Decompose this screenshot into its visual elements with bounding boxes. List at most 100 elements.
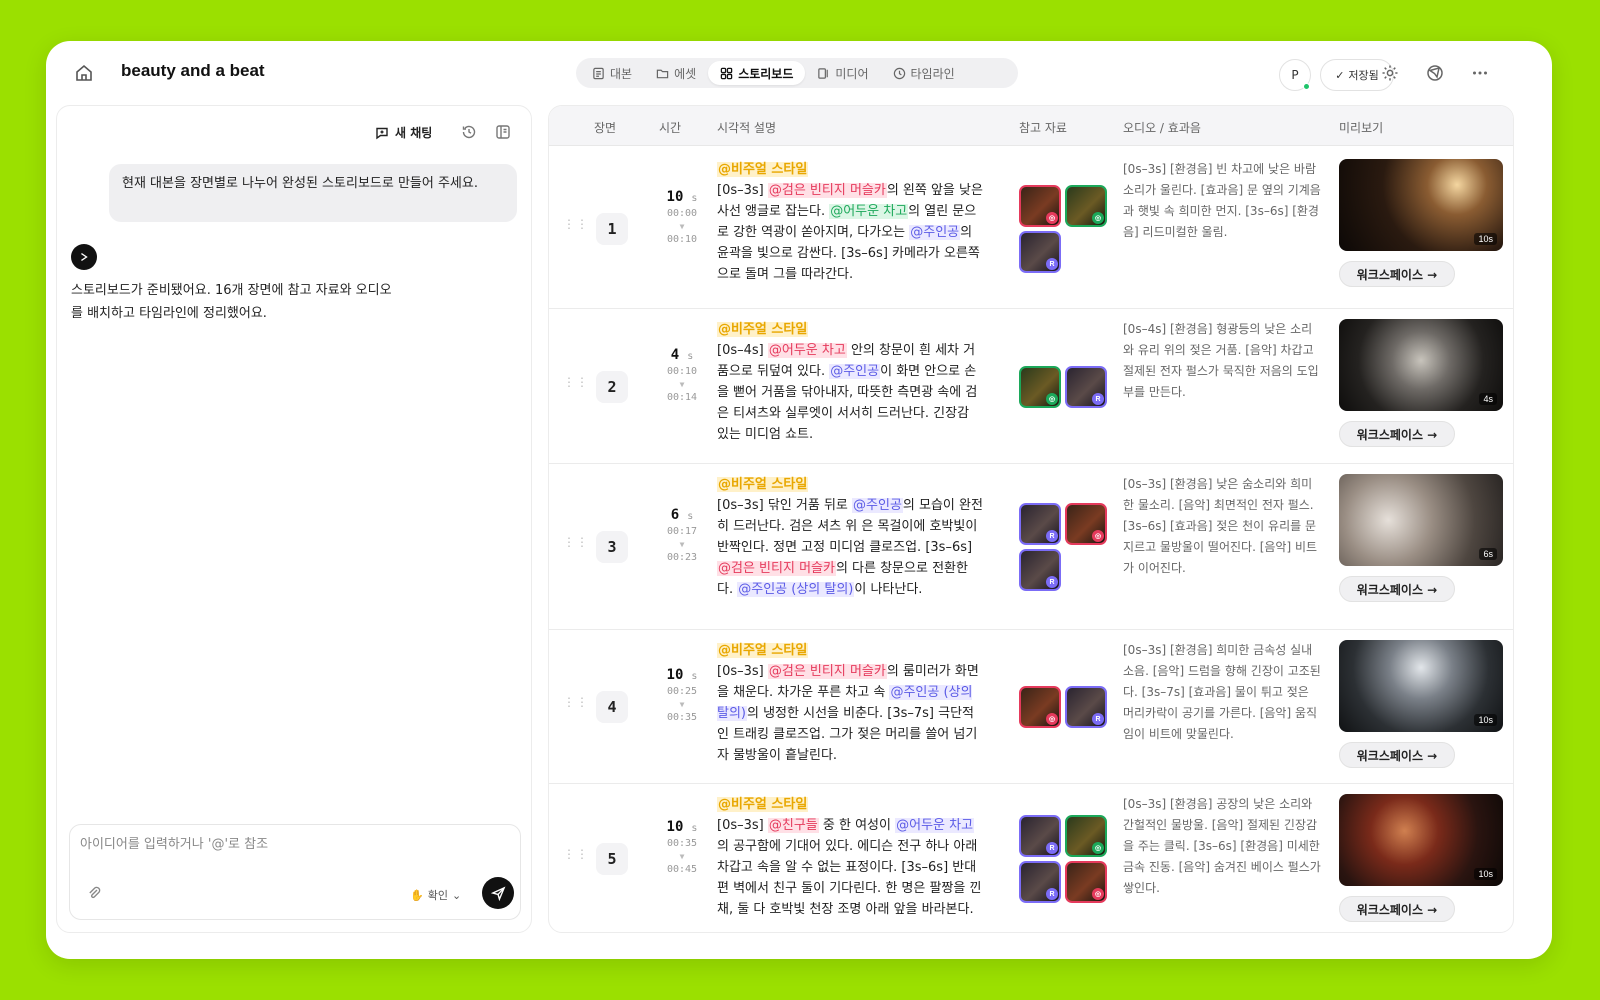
avatar[interactable]: P xyxy=(1279,59,1311,91)
reference-thumbnail[interactable]: ◎ xyxy=(1065,815,1107,857)
confirm-dropdown[interactable]: ✋ 확인 ⌄ xyxy=(410,887,461,903)
share-icon[interactable] xyxy=(1425,63,1445,83)
duration-unit: s xyxy=(691,823,698,834)
visual-description[interactable]: @비주얼 스타일 [0s–3s] @친구들 중 한 여성이 @어두운 차고의 공구… xyxy=(717,794,983,920)
panel-layout-icon[interactable] xyxy=(495,124,511,140)
grid-icon xyxy=(720,67,733,79)
settings-icon[interactable] xyxy=(1380,63,1400,83)
style-tag[interactable]: @비주얼 스타일 xyxy=(717,477,809,492)
scene-duration[interactable]: 10 s 00:35 ▼ 00:45 xyxy=(657,819,707,876)
send-button[interactable] xyxy=(482,877,514,909)
preview-duration-label: 10s xyxy=(1474,233,1497,245)
drag-handle-icon[interactable]: ⋮⋮ xyxy=(563,536,588,548)
home-icon[interactable] xyxy=(74,63,94,83)
reference-thumbnail[interactable]: R xyxy=(1019,861,1061,903)
reference-thumbnail[interactable]: ◎ xyxy=(1019,185,1061,227)
mention-tag[interactable]: @주인공 xyxy=(909,225,961,240)
person-badge-icon: R xyxy=(1046,842,1058,854)
preview-thumbnail[interactable]: 10s xyxy=(1339,159,1503,251)
reference-thumbnails: ◎ R xyxy=(1019,366,1111,408)
duration-seconds: 6 xyxy=(670,507,680,523)
main-tabs: 대본 에셋 스토리보드 미디어 타임라인 xyxy=(576,58,1018,88)
history-icon[interactable] xyxy=(461,124,477,140)
visual-description[interactable]: @비주얼 스타일 [0s–3s] @검은 빈티지 머슬카의 룸미러가 화면을 채운… xyxy=(717,640,983,766)
visual-description[interactable]: @비주얼 스타일 [0s–3s] 닦인 거품 뒤로 @주인공의 모습이 완전히 드… xyxy=(717,474,983,600)
drag-handle-icon[interactable]: ⋮⋮ xyxy=(563,696,588,708)
drag-handle-icon[interactable]: ⋮⋮ xyxy=(563,218,588,230)
workspace-button[interactable]: 워크스페이스 → xyxy=(1339,261,1455,287)
attach-icon[interactable] xyxy=(86,885,102,901)
tab-label: 타임라인 xyxy=(910,66,955,81)
scene-duration[interactable]: 10 s 00:00 ▼ 00:10 xyxy=(657,189,707,246)
storyboard-row[interactable]: ⋮⋮ 5 10 s 00:35 ▼ 00:45 @비주얼 스타일 [0s–3s] @친구들 중 … xyxy=(549,784,1513,932)
preview-thumbnail[interactable]: 10s xyxy=(1339,794,1503,886)
tab-assets[interactable]: 에셋 xyxy=(644,61,708,85)
duration-seconds: 10 xyxy=(666,667,684,683)
storyboard-row[interactable]: ⋮⋮ 2 4 s 00:10 ▼ 00:14 @비주얼 스타일 [0s–4s] @어두운 차고 … xyxy=(549,309,1513,464)
reference-thumbnail[interactable]: ◎ xyxy=(1019,686,1061,728)
car-badge-icon: ◎ xyxy=(1092,530,1104,542)
visual-description[interactable]: @비주얼 스타일 [0s–3s] @검은 빈티지 머슬카의 왼쪽 앞을 낮은 사선… xyxy=(717,159,983,285)
duration-unit: s xyxy=(687,351,694,362)
style-tag[interactable]: @비주얼 스타일 xyxy=(717,162,809,177)
workspace-button[interactable]: 워크스페이스 → xyxy=(1339,421,1455,447)
mention-tag[interactable]: @검은 빈티지 머슬카 xyxy=(767,183,887,198)
preview-duration-label: 6s xyxy=(1479,548,1497,560)
send-icon xyxy=(490,885,505,901)
scene-duration[interactable]: 4 s 00:10 ▼ 00:14 xyxy=(657,347,707,404)
workspace-label: 워크스페이스 → xyxy=(1356,748,1438,763)
mention-tag[interactable]: @주인공 (상의 탈의) xyxy=(737,582,855,597)
reference-thumbnail[interactable]: R xyxy=(1065,366,1107,408)
style-tag[interactable]: @비주얼 스타일 xyxy=(717,322,809,337)
scene-duration[interactable]: 6 s 00:17 ▼ 00:23 xyxy=(657,507,707,564)
workspace-button[interactable]: 워크스페이스 → xyxy=(1339,742,1455,768)
tab-script[interactable]: 대본 xyxy=(580,61,644,85)
preview-thumbnail[interactable]: 6s xyxy=(1339,474,1503,566)
mention-tag[interactable]: @검은 빈티지 머슬카 xyxy=(767,664,887,679)
reference-thumbnail[interactable]: ◎ xyxy=(1019,366,1061,408)
new-chat-button[interactable]: 새 채팅 xyxy=(375,124,432,141)
reference-thumbnail[interactable]: R xyxy=(1019,549,1061,591)
tab-timeline[interactable]: 타임라인 xyxy=(881,61,967,85)
mention-tag[interactable]: @어두운 차고 xyxy=(895,818,975,833)
drag-handle-icon[interactable]: ⋮⋮ xyxy=(563,848,588,860)
preview-thumbnail[interactable]: 10s xyxy=(1339,640,1503,732)
tab-label: 미디어 xyxy=(835,66,869,81)
reference-thumbnail[interactable]: ◎ xyxy=(1065,503,1107,545)
mention-tag[interactable]: @주인공 xyxy=(829,364,881,379)
end-timecode: 00:14 xyxy=(666,392,698,403)
mention-tag[interactable]: @어두운 차고 xyxy=(829,204,909,219)
tab-label: 에셋 xyxy=(674,66,697,81)
reference-thumbnail[interactable]: ◎ xyxy=(1065,185,1107,227)
header-reference: 참고 자료 xyxy=(1019,121,1067,135)
storyboard-row[interactable]: ⋮⋮ 1 10 s 00:00 ▼ 00:10 @비주얼 스타일 [0s–3s] @검은 빈티지… xyxy=(549,149,1513,309)
tab-media[interactable]: 미디어 xyxy=(805,61,880,85)
scene-duration[interactable]: 10 s 00:25 ▼ 00:35 xyxy=(657,667,707,724)
reference-thumbnail[interactable]: R xyxy=(1019,815,1061,857)
reference-thumbnail[interactable]: R xyxy=(1065,686,1107,728)
reference-thumbnail[interactable]: R xyxy=(1019,503,1061,545)
folder-icon xyxy=(656,69,669,78)
more-icon[interactable] xyxy=(1470,63,1490,83)
workspace-button[interactable]: 워크스페이스 → xyxy=(1339,896,1455,922)
drag-handle-icon[interactable]: ⋮⋮ xyxy=(563,376,588,388)
preview-thumbnail[interactable]: 4s xyxy=(1339,319,1503,411)
reference-thumbnail[interactable]: R xyxy=(1019,231,1061,273)
reference-thumbnail[interactable]: ◎ xyxy=(1065,861,1107,903)
style-tag[interactable]: @비주얼 스타일 xyxy=(717,643,809,658)
mention-tag[interactable]: @친구들 xyxy=(767,818,819,833)
mention-tag[interactable]: @주인공 xyxy=(852,498,903,513)
mention-tag[interactable]: @검은 빈티지 머슬카 xyxy=(717,561,836,576)
duration-seconds: 4 xyxy=(670,347,680,363)
tab-storyboard[interactable]: 스토리보드 xyxy=(708,61,806,85)
workspace-button[interactable]: 워크스페이스 → xyxy=(1339,576,1455,602)
storyboard-row[interactable]: ⋮⋮ 4 10 s 00:25 ▼ 00:35 @비주얼 스타일 [0s–3s] @검은 빈티지… xyxy=(549,630,1513,784)
scene-number: 2 xyxy=(596,371,628,403)
style-tag[interactable]: @비주얼 스타일 xyxy=(717,797,809,812)
mention-tag[interactable]: @어두운 차고 xyxy=(767,343,847,358)
visual-description[interactable]: @비주얼 스타일 [0s–4s] @어두운 차고 안의 창문이 흰 세차 거품으로… xyxy=(717,319,983,445)
storyboard-row[interactable]: ⋮⋮ 3 6 s 00:17 ▼ 00:23 @비주얼 스타일 [0s–3s] 닦인 거품 뒤로… xyxy=(549,464,1513,630)
chat-input[interactable] xyxy=(80,837,480,852)
person-badge-icon: R xyxy=(1046,530,1058,542)
scene-number: 3 xyxy=(596,531,628,563)
